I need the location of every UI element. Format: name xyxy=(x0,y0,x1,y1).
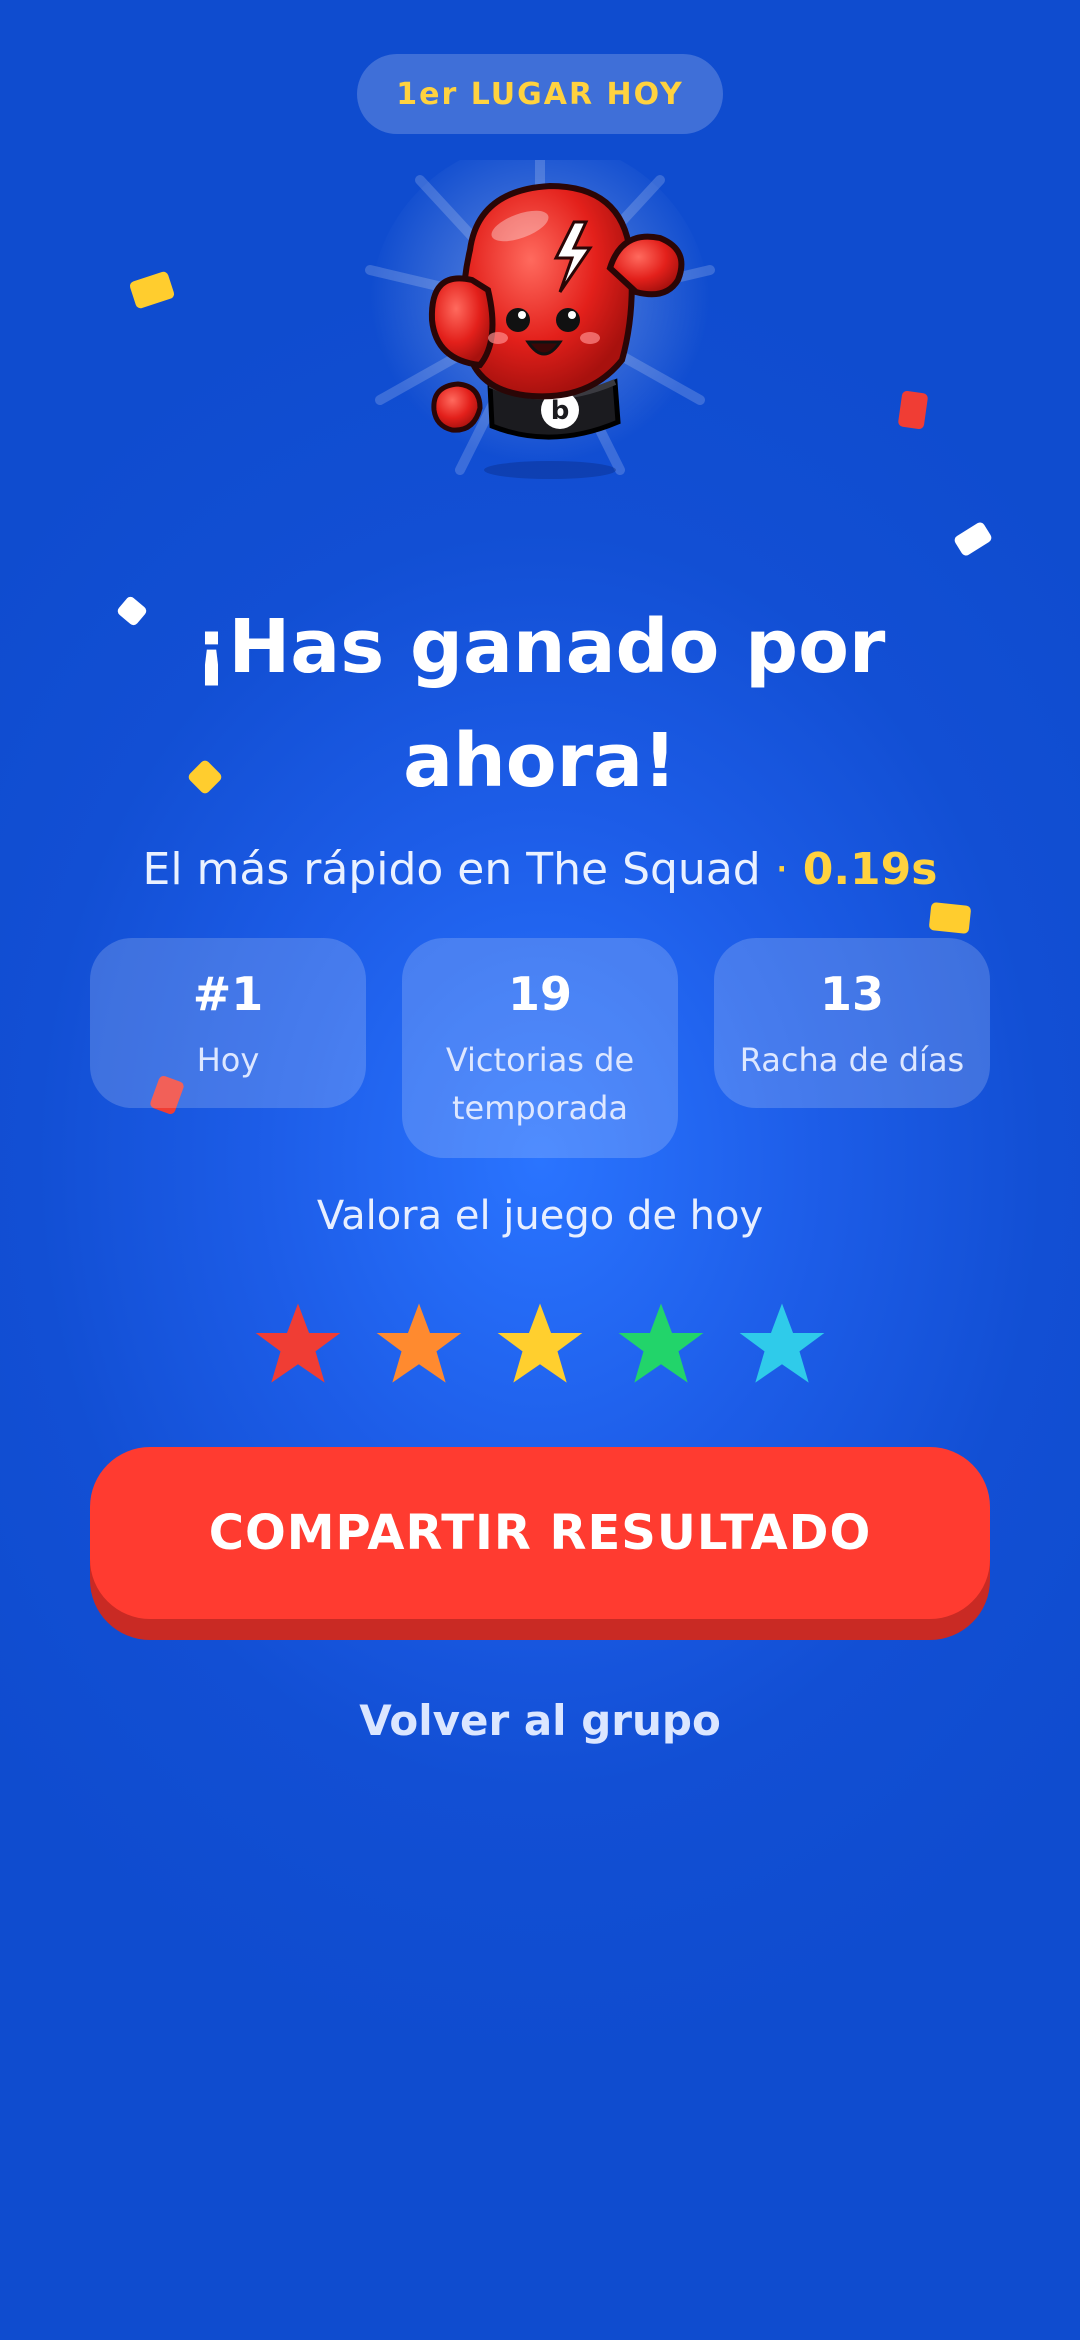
svg-text:b: b xyxy=(551,396,570,426)
back-to-group-link[interactable]: Volver al grupo xyxy=(340,1688,740,1754)
rank-badge-label: 1er LUGAR HOY xyxy=(396,76,684,112)
confetti-piece xyxy=(897,390,929,430)
stat-card-today: #1 Hoy xyxy=(90,938,366,1108)
stat-value: 19 xyxy=(507,967,572,1021)
subtitle-separator: · xyxy=(774,844,789,895)
stat-label: Racha de días xyxy=(739,1041,965,1079)
rank-badge: 1er LUGAR HOY xyxy=(357,54,723,134)
star-3-icon[interactable] xyxy=(494,1298,586,1390)
reaction-time: 0.19s xyxy=(802,844,938,895)
stat-label: Hoy xyxy=(196,1041,260,1079)
confetti-piece xyxy=(952,520,994,558)
confetti-piece xyxy=(928,901,972,935)
result-subtitle: El más rápido en The Squad · 0.19s xyxy=(0,840,1080,900)
star-2-icon[interactable] xyxy=(373,1298,465,1390)
confetti-piece xyxy=(128,270,176,310)
boxing-glove-mascot-icon: b xyxy=(365,160,715,480)
star-1-icon[interactable] xyxy=(252,1298,344,1390)
stat-card-season-wins: 19 Victorias de temporada xyxy=(402,938,678,1158)
result-subtitle-text: El más rápido en The Squad xyxy=(142,844,761,895)
star-4-icon[interactable] xyxy=(615,1298,707,1390)
stat-card-streak: 13 Racha de días xyxy=(714,938,990,1108)
star-rating xyxy=(252,1298,828,1390)
stat-value: #1 xyxy=(192,967,264,1021)
page-title: ¡Has ganado por ahora! xyxy=(194,604,886,804)
rating-label: Valora el juego de hoy xyxy=(316,1193,764,1239)
stat-value: 13 xyxy=(819,967,884,1021)
stat-label: Victorias de temporada xyxy=(445,1041,635,1127)
star-5-icon[interactable] xyxy=(736,1298,828,1390)
share-result-button[interactable]: COMPARTIR RESULTADO xyxy=(90,1447,990,1619)
